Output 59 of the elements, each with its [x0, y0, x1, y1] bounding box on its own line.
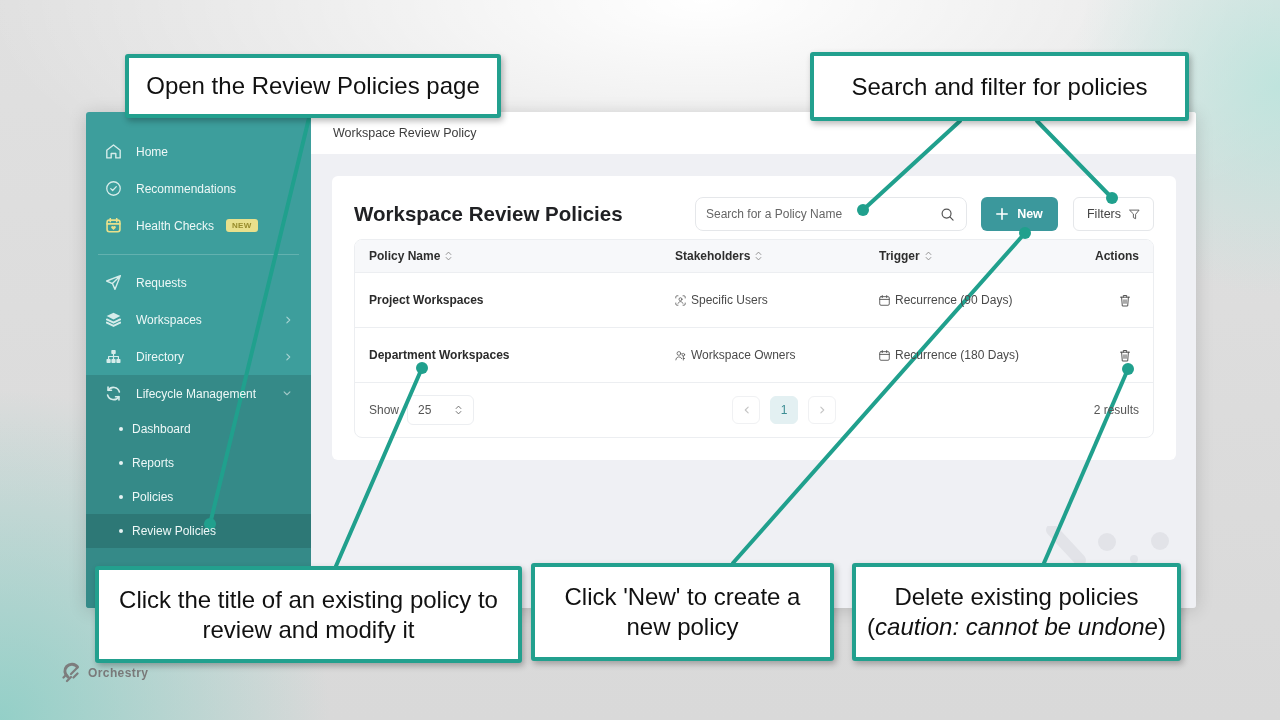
submenu-item[interactable]: Reports: [86, 446, 311, 480]
check-circle-icon: [106, 181, 121, 196]
column-header[interactable]: Stakeholders: [675, 249, 879, 263]
breadcrumb: Workspace Review Policy: [333, 126, 477, 140]
calendar-icon: [879, 349, 890, 361]
user-frame-icon: [675, 294, 686, 306]
bullet-icon: [119, 461, 123, 465]
trash-icon: [1119, 293, 1131, 307]
sidebar-item[interactable]: Health Checks NEW: [86, 207, 311, 244]
sidebar-item[interactable]: Recommendations: [86, 170, 311, 207]
submenu-item[interactable]: Policies: [86, 480, 311, 514]
updown-icon: [455, 405, 463, 415]
policy-name-link[interactable]: Department Workspaces: [369, 348, 510, 362]
new-badge: NEW: [226, 219, 258, 232]
paper-plane-icon: [106, 275, 121, 290]
show-label: Show: [369, 403, 400, 417]
callout: Search and filter for policies: [810, 52, 1189, 121]
chevron-left-icon: [743, 406, 749, 414]
page-size-select[interactable]: 25: [407, 395, 475, 425]
delete-button[interactable]: [1119, 293, 1131, 307]
column-header[interactable]: Trigger: [879, 249, 1039, 263]
brand-name: Orchestry: [88, 665, 149, 680]
bullet-icon: [119, 427, 123, 431]
filters-button[interactable]: Filters: [1073, 197, 1154, 231]
filter-icon: [1129, 208, 1140, 220]
sidebar-item[interactable]: Workspaces: [86, 301, 311, 338]
refresh-icon: [106, 386, 121, 401]
bullet-icon: [119, 495, 123, 499]
callout: Delete existing policies (caution: cannot be undone): [852, 563, 1181, 661]
stakeholder-label: Workspace Owners: [691, 348, 796, 362]
plus-icon: [996, 208, 1009, 220]
column-header: Actions: [1095, 249, 1139, 263]
chevron-right-icon: [819, 406, 825, 414]
submenu-item[interactable]: Review Policies: [86, 514, 311, 548]
home-icon: [106, 144, 121, 159]
column-header[interactable]: Policy Name: [369, 249, 675, 263]
org-chart-icon: [106, 349, 121, 364]
trash-icon: [1119, 348, 1131, 362]
policy-name-link[interactable]: Project Workspaces: [369, 293, 484, 307]
sidebar-item[interactable]: Lifecycle Management: [86, 375, 311, 412]
page-button[interactable]: 1: [770, 396, 798, 424]
users-icon: [675, 349, 686, 361]
callout: Click 'New' to create a new policy: [531, 563, 834, 661]
callout: Click the title of an existing policy to review and modify it: [95, 566, 522, 663]
sidebar-item[interactable]: Directory: [86, 338, 311, 375]
submenu-item[interactable]: Dashboard: [86, 412, 311, 446]
calendar-icon: [106, 218, 121, 233]
sidebar-item[interactable]: Home: [86, 133, 311, 170]
layers-icon: [106, 312, 121, 327]
calendar-icon: [879, 294, 890, 306]
stakeholder-label: Specific Users: [691, 293, 768, 307]
new-button[interactable]: New: [981, 197, 1058, 231]
page-title: Workspace Review Policies: [354, 202, 623, 226]
search-field[interactable]: Search for a Policy Name: [695, 197, 967, 231]
sidebar-item[interactable]: Requests: [86, 264, 311, 301]
bullet-icon: [119, 529, 123, 533]
search-icon: [941, 208, 954, 221]
callout: Open the Review Policies page: [125, 54, 501, 118]
delete-button[interactable]: [1119, 348, 1131, 362]
